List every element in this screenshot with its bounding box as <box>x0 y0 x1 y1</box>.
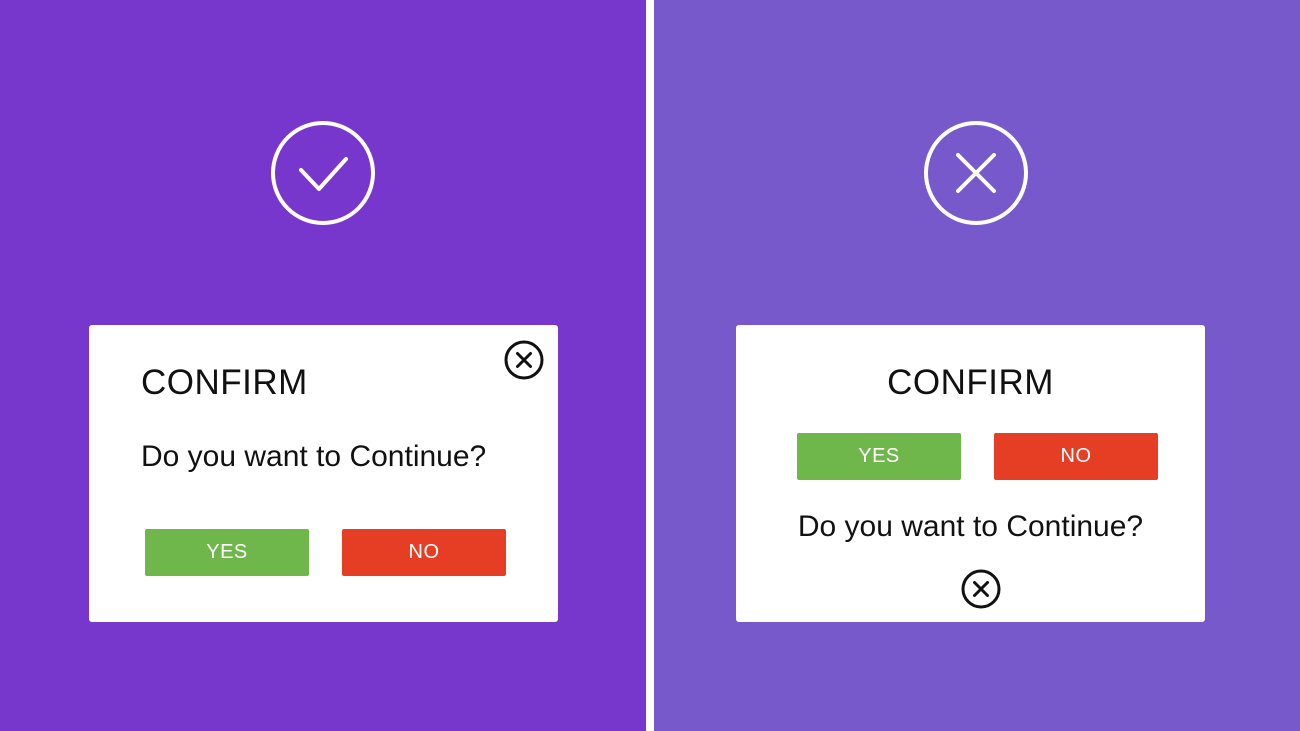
confirm-dialog-correct: CONFIRM Do you want to Continue? YES NO <box>89 325 558 622</box>
yes-button[interactable]: YES <box>145 529 309 576</box>
confirm-dialog-incorrect: CONFIRM YES NO Do you want to Continue? <box>736 325 1205 622</box>
checkmark-circle-icon <box>270 120 376 226</box>
close-icon[interactable] <box>504 340 544 380</box>
dialog-title: CONFIRM <box>141 363 308 402</box>
dialog-message: Do you want to Continue? <box>797 510 1144 543</box>
right-panel: CONFIRM YES NO Do you want to Continue? <box>654 0 1300 731</box>
no-button[interactable]: NO <box>342 529 506 576</box>
close-icon[interactable] <box>961 569 1001 609</box>
dialog-title: CONFIRM <box>887 363 1054 402</box>
left-panel: CONFIRM Do you want to Continue? YES NO <box>0 0 646 731</box>
dialog-message: Do you want to Continue? <box>141 440 487 473</box>
no-button[interactable]: NO <box>994 433 1158 480</box>
x-circle-icon <box>923 120 1029 226</box>
yes-button[interactable]: YES <box>797 433 961 480</box>
